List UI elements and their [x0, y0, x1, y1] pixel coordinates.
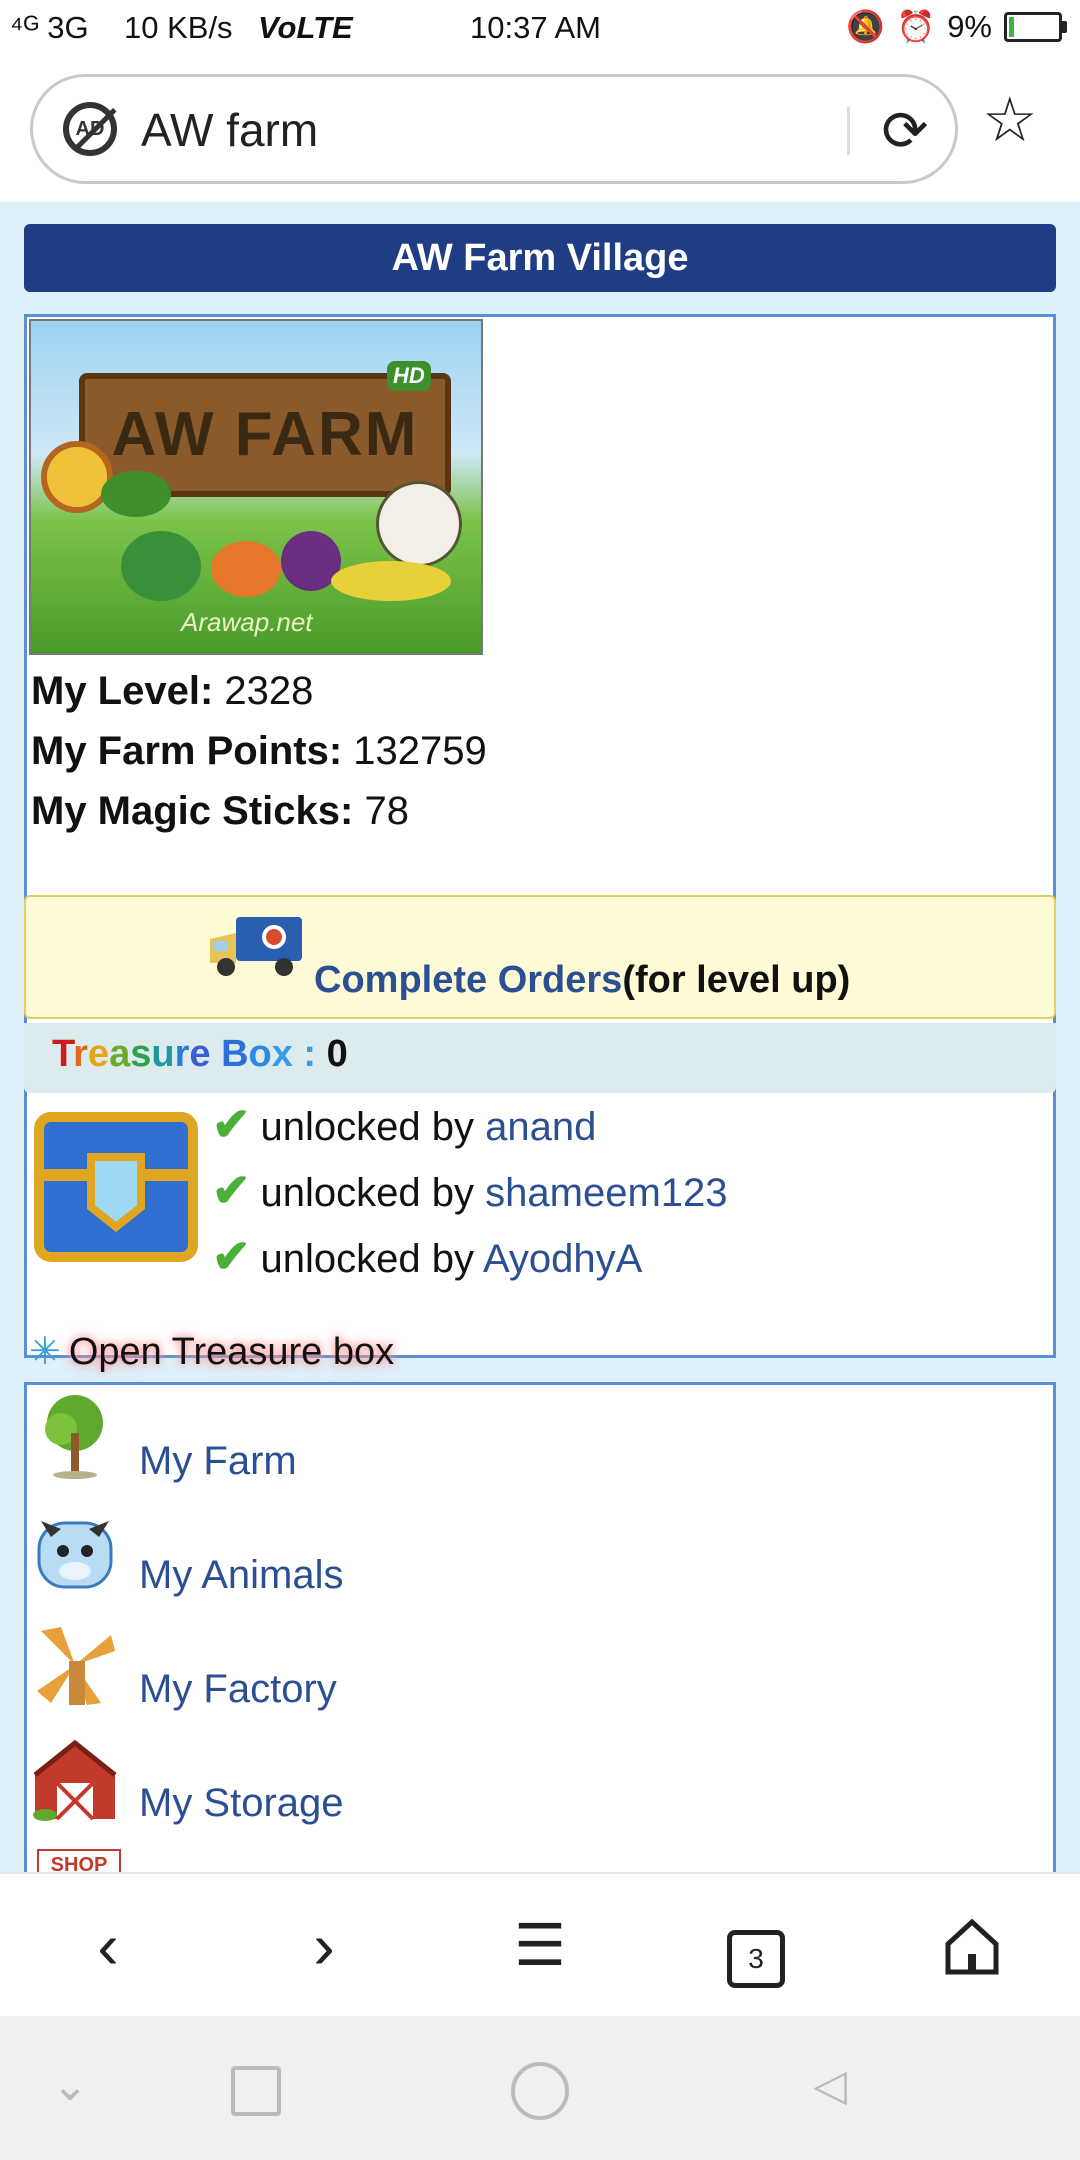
- pumpkin-icon: [211, 541, 281, 597]
- treasure-title-letter: e: [87, 1033, 110, 1075]
- signal-indicator: ⁴ᴳ 3G: [10, 10, 89, 45]
- bookmark-star-icon[interactable]: ☆: [982, 90, 1038, 152]
- flowers-icon: [331, 561, 451, 601]
- tabs-count[interactable]: 3: [727, 1930, 785, 1988]
- adblock-icon[interactable]: AD: [63, 102, 117, 156]
- tree-icon: [45, 1395, 103, 1479]
- unlock-entry: ✔ unlocked by AyodhyA: [212, 1230, 643, 1282]
- treasure-title-letter: B: [221, 1033, 249, 1075]
- alarm-icon: ⏰: [896, 9, 936, 44]
- treasure-box-header: Treasure Box : 0: [24, 1023, 1056, 1093]
- url-divider: [847, 107, 850, 155]
- logo-credit: Arawap.net: [181, 607, 313, 637]
- browser-bottom-nav: ‹ › ☰ 3: [0, 1872, 1080, 2018]
- url-text[interactable]: AW farm: [141, 103, 318, 157]
- treasure-title-letter: e: [189, 1033, 211, 1075]
- url-field[interactable]: AD AW farm ⟳: [30, 74, 958, 184]
- treasure-chest-icon: [34, 1112, 198, 1262]
- menu-item-my-storage[interactable]: My Storage: [31, 1735, 731, 1845]
- mute-vibrate-icon: 🔕: [845, 9, 885, 44]
- menu-item-shop[interactable]: SHOP: [31, 1849, 731, 1872]
- sparkle-icon: ✳: [29, 1331, 61, 1373]
- status-bar: ⁴ᴳ 3G 10 KB/s VoLTE 10:37 AM 🔕 ⏰ 9%: [0, 0, 1080, 58]
- farm-menu-panel: My Farm My Animals My Factory My Storage…: [24, 1382, 1056, 1872]
- status-icons: 🔕 ⏰ 9%: [845, 8, 1067, 45]
- treasure-title-letter: r: [73, 1033, 88, 1075]
- treasure-title-letter: x: [271, 1033, 293, 1075]
- user-link[interactable]: shameem123: [485, 1171, 727, 1215]
- stat-magic-sticks: My Magic Sticks: 78: [31, 789, 409, 833]
- menu-item-my-factory[interactable]: My Factory: [31, 1621, 731, 1731]
- logo-hd-badge: HD: [387, 361, 431, 391]
- battery-icon: [1004, 11, 1067, 42]
- page-title: AW Farm Village: [24, 224, 1056, 292]
- back-arrow-icon[interactable]: ‹: [58, 1904, 158, 1988]
- watermelon-icon: [121, 531, 201, 601]
- check-icon: ✔: [212, 1230, 251, 1282]
- menu-item-my-animals[interactable]: My Animals: [31, 1507, 731, 1617]
- back-triangle-icon[interactable]: ◁: [790, 2060, 870, 2120]
- treasure-title-letter: o: [248, 1033, 272, 1075]
- open-treasure-box-link[interactable]: ✳ Open Treasure box: [29, 1329, 394, 1374]
- unlock-entry: ✔ unlocked by shameem123: [212, 1164, 728, 1216]
- battery-percent: 9%: [947, 8, 992, 44]
- treasure-title-letter: [211, 1033, 222, 1075]
- barn-icon: [33, 1739, 117, 1821]
- reload-icon[interactable]: ⟳: [873, 99, 937, 163]
- system-nav-bar: ⌄ ◁: [0, 2016, 1080, 2160]
- treasure-box-title: Treasure Box : 0: [52, 1033, 348, 1075]
- home-icon[interactable]: [922, 1904, 1022, 1988]
- treasure-title-letter: s: [130, 1033, 152, 1075]
- volte-indicator: VoLTE: [258, 10, 353, 45]
- delivery-truck-icon: [210, 917, 302, 976]
- treasure-count: 0: [326, 1033, 348, 1075]
- windmill-icon: [37, 1627, 115, 1705]
- browser-address-bar: AD AW farm ⟳ ☆: [0, 58, 1080, 202]
- orders-banner[interactable]: Complete Orders(for level up): [24, 895, 1056, 1019]
- chevron-down-icon[interactable]: ⌄: [30, 2060, 110, 2120]
- complete-orders-link[interactable]: Complete Orders(for level up): [314, 959, 850, 1002]
- menu-item-my-farm[interactable]: My Farm: [31, 1393, 731, 1503]
- user-link[interactable]: AyodhyA: [483, 1237, 642, 1281]
- cow-icon: [376, 481, 462, 567]
- user-link[interactable]: anand: [485, 1105, 596, 1149]
- web-page: AW Farm Village AW FARM HD Arawap.net My…: [0, 202, 1080, 1872]
- unlock-entry: ✔ unlocked by anand: [212, 1098, 597, 1150]
- profile-panel: AW FARM HD Arawap.net My Level: 2328 My …: [24, 314, 1056, 1373]
- check-icon: ✔: [212, 1098, 251, 1150]
- treasure-title-letter: a: [109, 1033, 131, 1075]
- sunflower-icon: [41, 441, 113, 513]
- shop-icon: SHOP: [37, 1849, 121, 1872]
- cow-icon: [37, 1521, 113, 1589]
- aw-farm-logo: AW FARM HD Arawap.net: [29, 319, 483, 655]
- forward-arrow-icon[interactable]: ›: [274, 1904, 374, 1988]
- home-circle-icon[interactable]: [500, 2060, 580, 2120]
- menu-icon[interactable]: ☰: [490, 1904, 590, 1988]
- treasure-title-letter: r: [174, 1033, 190, 1075]
- recents-square-icon[interactable]: [216, 2060, 296, 2120]
- parrot-icon: [101, 471, 171, 517]
- network-speed: 10 KB/s: [124, 10, 233, 45]
- stat-level: My Level: 2328: [31, 669, 314, 713]
- tabs-button[interactable]: 3: [706, 1904, 806, 1988]
- check-icon: ✔: [212, 1164, 251, 1216]
- stat-farm-points: My Farm Points: 132759: [31, 729, 487, 773]
- clock: 10:37 AM: [470, 10, 601, 45]
- treasure-title-letter: u: [151, 1033, 175, 1075]
- treasure-title-letter: T: [52, 1033, 74, 1075]
